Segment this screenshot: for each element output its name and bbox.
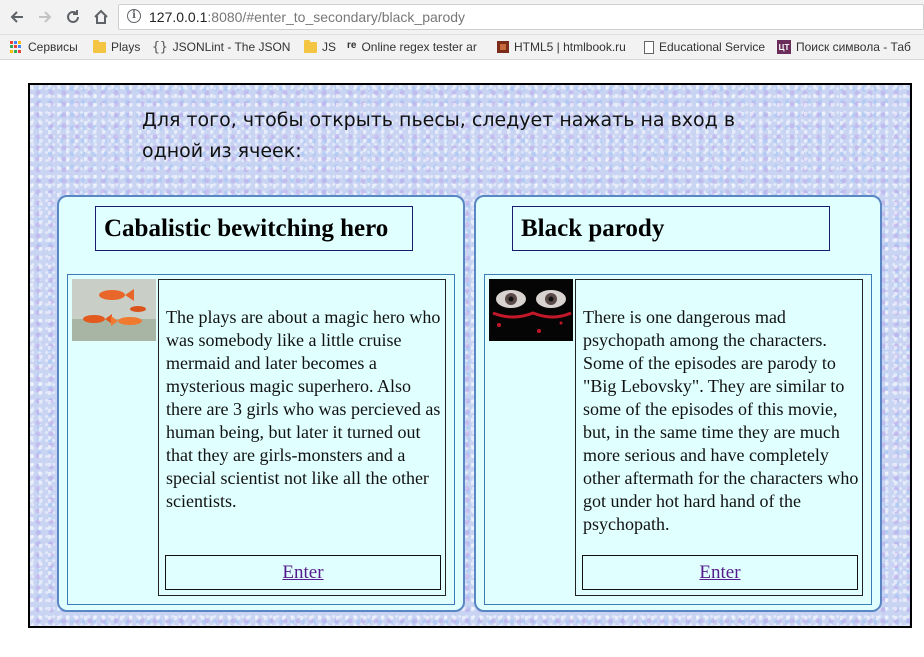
card-title: Black parody	[512, 206, 830, 251]
bookmark-html5[interactable]: HTML5 | htmlbook.ru	[497, 38, 626, 56]
bookmark-plays[interactable]: Plays	[93, 38, 140, 56]
unicode-table-icon: ЦТ	[777, 40, 791, 54]
enter-button-box: Enter	[165, 555, 441, 590]
page-frame: Для того, чтобы открыть пьесы, следует н…	[28, 83, 912, 628]
info-icon[interactable]: i	[127, 9, 141, 23]
browser-toolbar: i 127.0.0.1:8080/#enter_to_secondary/bla…	[0, 0, 924, 35]
card-title: Cabalistic bewitching hero	[95, 206, 413, 251]
card-content: The plays are about a magic hero who was…	[67, 274, 455, 605]
card-description: There is one dangerous mad psychopath am…	[583, 307, 859, 534]
card-text-box: The plays are about a magic hero who was…	[158, 279, 446, 596]
forward-arrow-icon[interactable]	[34, 6, 56, 28]
enter-button-box: Enter	[582, 555, 858, 590]
regex-icon: re	[347, 40, 357, 51]
json-icon: {}	[152, 40, 168, 55]
eyes-image	[489, 279, 573, 341]
card-content: There is one dangerous mad psychopath am…	[484, 274, 872, 605]
card-description: The plays are about a magic hero who was…	[166, 307, 441, 511]
bookmark-jsonlint[interactable]: {} JSONLint - The JSON	[152, 38, 290, 56]
apps-icon	[10, 41, 22, 53]
intro-text: Для того, чтобы открыть пьесы, следует н…	[142, 109, 736, 162]
bookmark-js[interactable]: JS	[304, 38, 336, 56]
back-arrow-icon[interactable]	[6, 6, 28, 28]
address-bar[interactable]: i 127.0.0.1:8080/#enter_to_secondary/bla…	[118, 4, 924, 30]
enter-link-cabalistic[interactable]: Enter	[282, 562, 323, 584]
doc-icon	[644, 40, 654, 54]
url-text: 127.0.0.1:8080/#enter_to_secondary/black…	[149, 9, 466, 25]
card-text-box: There is one dangerous mad psychopath am…	[575, 279, 863, 596]
bookmark-educational[interactable]: Educational Service	[644, 38, 765, 56]
folder-icon	[304, 39, 317, 53]
enter-link-black-parody[interactable]: Enter	[699, 562, 740, 584]
bookmark-regex[interactable]: re Online regex tester ar	[347, 38, 477, 56]
play-card-cabalistic: Cabalistic bewitching hero The plays are…	[57, 195, 465, 612]
bookmarks-bar: Сервисы Plays {} JSONLint - The JSON JS …	[0, 35, 924, 60]
play-card-black-parody: Black parody There is one dangerous mad …	[474, 195, 882, 612]
reload-icon[interactable]	[62, 6, 84, 28]
html5-icon	[497, 41, 509, 53]
bookmark-unicode-table[interactable]: ЦТ Поиск символа - Таб	[777, 38, 911, 56]
bookmark-apps[interactable]: Сервисы	[10, 38, 78, 56]
goldfish-image	[72, 279, 156, 341]
folder-icon	[93, 39, 106, 53]
home-icon[interactable]	[90, 6, 112, 28]
